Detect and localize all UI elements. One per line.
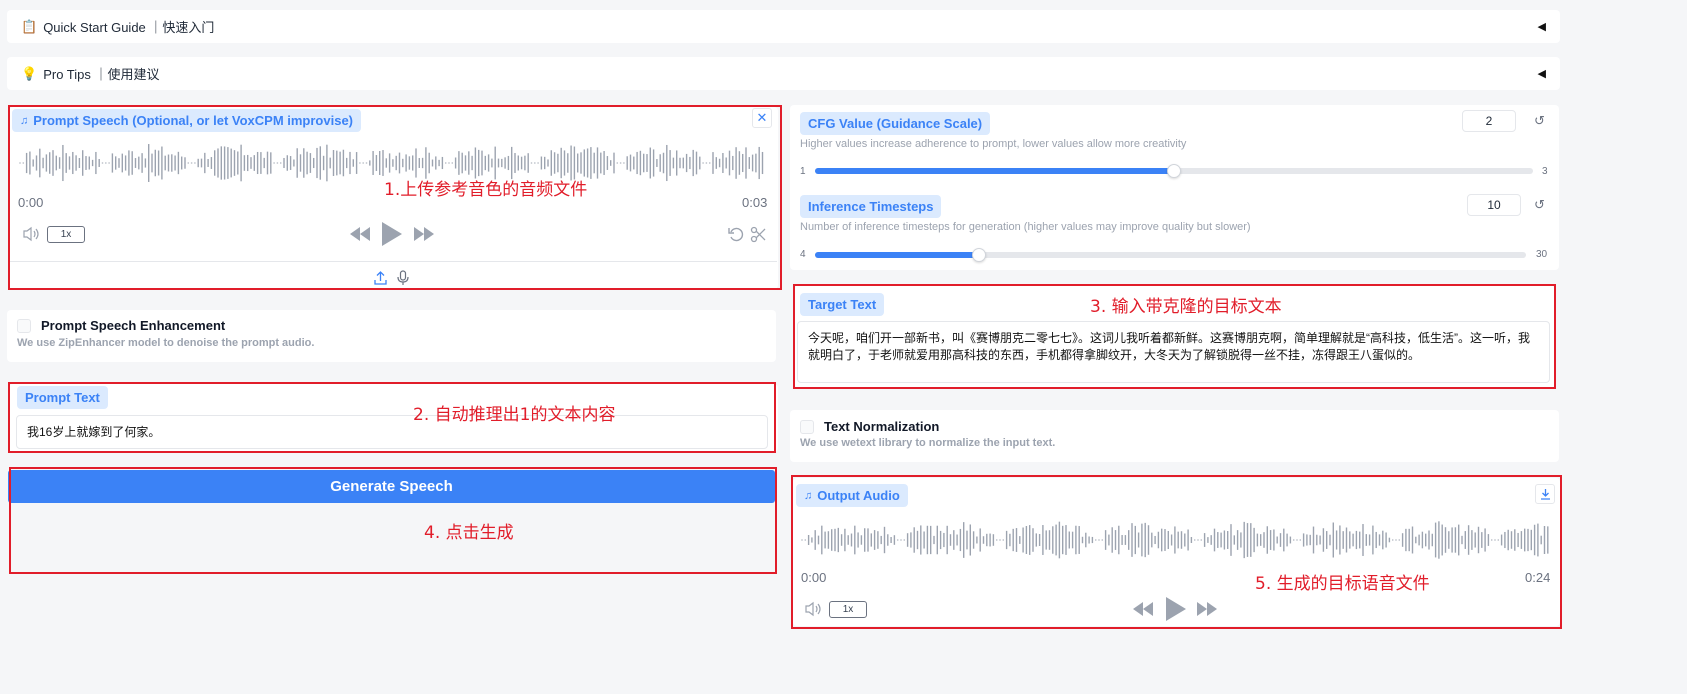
collapse-arrow-icon[interactable]: ◀ bbox=[1538, 67, 1546, 80]
enhancement-description: We use ZipEnhancer model to denoise the … bbox=[17, 337, 315, 349]
annotation-2: 2. 自动推理出1的文本内容 bbox=[413, 405, 616, 425]
enhancement-checkbox[interactable] bbox=[17, 318, 31, 333]
timesteps-value-input[interactable]: 10 bbox=[1467, 194, 1521, 216]
enhancement-label: Prompt Speech Enhancement bbox=[41, 318, 226, 333]
timesteps-min: 4 bbox=[800, 249, 806, 260]
cfg-reset-icon[interactable]: ↺ bbox=[1534, 113, 1545, 129]
cfg-slider[interactable] bbox=[815, 164, 1533, 178]
cfg-description: Higher values increase adherence to prom… bbox=[800, 138, 1187, 150]
cfg-slider-thumb[interactable] bbox=[1167, 164, 1181, 178]
timesteps-max: 30 bbox=[1536, 249, 1548, 260]
cfg-min: 1 bbox=[800, 166, 806, 177]
timesteps-slider[interactable] bbox=[815, 248, 1526, 262]
timesteps-reset-icon[interactable]: ↺ bbox=[1534, 197, 1545, 213]
collapse-arrow-icon[interactable]: ◀ bbox=[1538, 20, 1546, 33]
cfg-label: CFG Value (Guidance Scale) bbox=[800, 112, 991, 135]
clipboard-icon: 📋 bbox=[21, 18, 38, 34]
annotation-1: 1.上传参考音色的音频文件 bbox=[384, 180, 588, 200]
annotation-5: 5. 生成的目标语音文件 bbox=[1255, 574, 1430, 594]
annotation-box-4 bbox=[9, 467, 777, 574]
normalization-panel bbox=[790, 410, 1559, 462]
quick-start-label: Quick Start Guide ｜快速入门 bbox=[43, 20, 215, 35]
cfg-value-input[interactable]: 2 bbox=[1462, 110, 1516, 132]
normalization-description: We use wetext library to normalize the i… bbox=[800, 437, 1056, 449]
normalization-checkbox-row[interactable]: Text Normalization bbox=[800, 419, 939, 434]
cfg-slider-fill bbox=[815, 168, 1174, 174]
cfg-max: 3 bbox=[1542, 166, 1548, 177]
annotation-box-2 bbox=[8, 382, 776, 453]
timesteps-description: Number of inference timesteps for genera… bbox=[800, 221, 1251, 233]
timesteps-label: Inference Timesteps bbox=[800, 195, 942, 218]
lightbulb-icon: 💡 bbox=[21, 65, 38, 81]
pro-tips-label: Pro Tips ｜使用建议 bbox=[43, 67, 160, 82]
annotation-3: 3. 输入带克隆的目标文本 bbox=[1090, 297, 1282, 317]
normalization-label: Text Normalization bbox=[824, 419, 940, 434]
timesteps-slider-thumb[interactable] bbox=[972, 248, 987, 262]
normalization-checkbox[interactable] bbox=[800, 419, 814, 434]
pro-tips-accordion[interactable]: 💡 Pro Tips ｜使用建议 ◀ bbox=[7, 57, 1560, 90]
quick-start-accordion[interactable]: 📋 Quick Start Guide ｜快速入门 ◀ bbox=[7, 10, 1560, 43]
timesteps-slider-fill bbox=[815, 252, 980, 258]
annotation-box-5 bbox=[791, 475, 1562, 629]
annotation-4: 4. 点击生成 bbox=[424, 523, 514, 543]
enhancement-checkbox-row[interactable]: Prompt Speech Enhancement bbox=[17, 318, 225, 333]
